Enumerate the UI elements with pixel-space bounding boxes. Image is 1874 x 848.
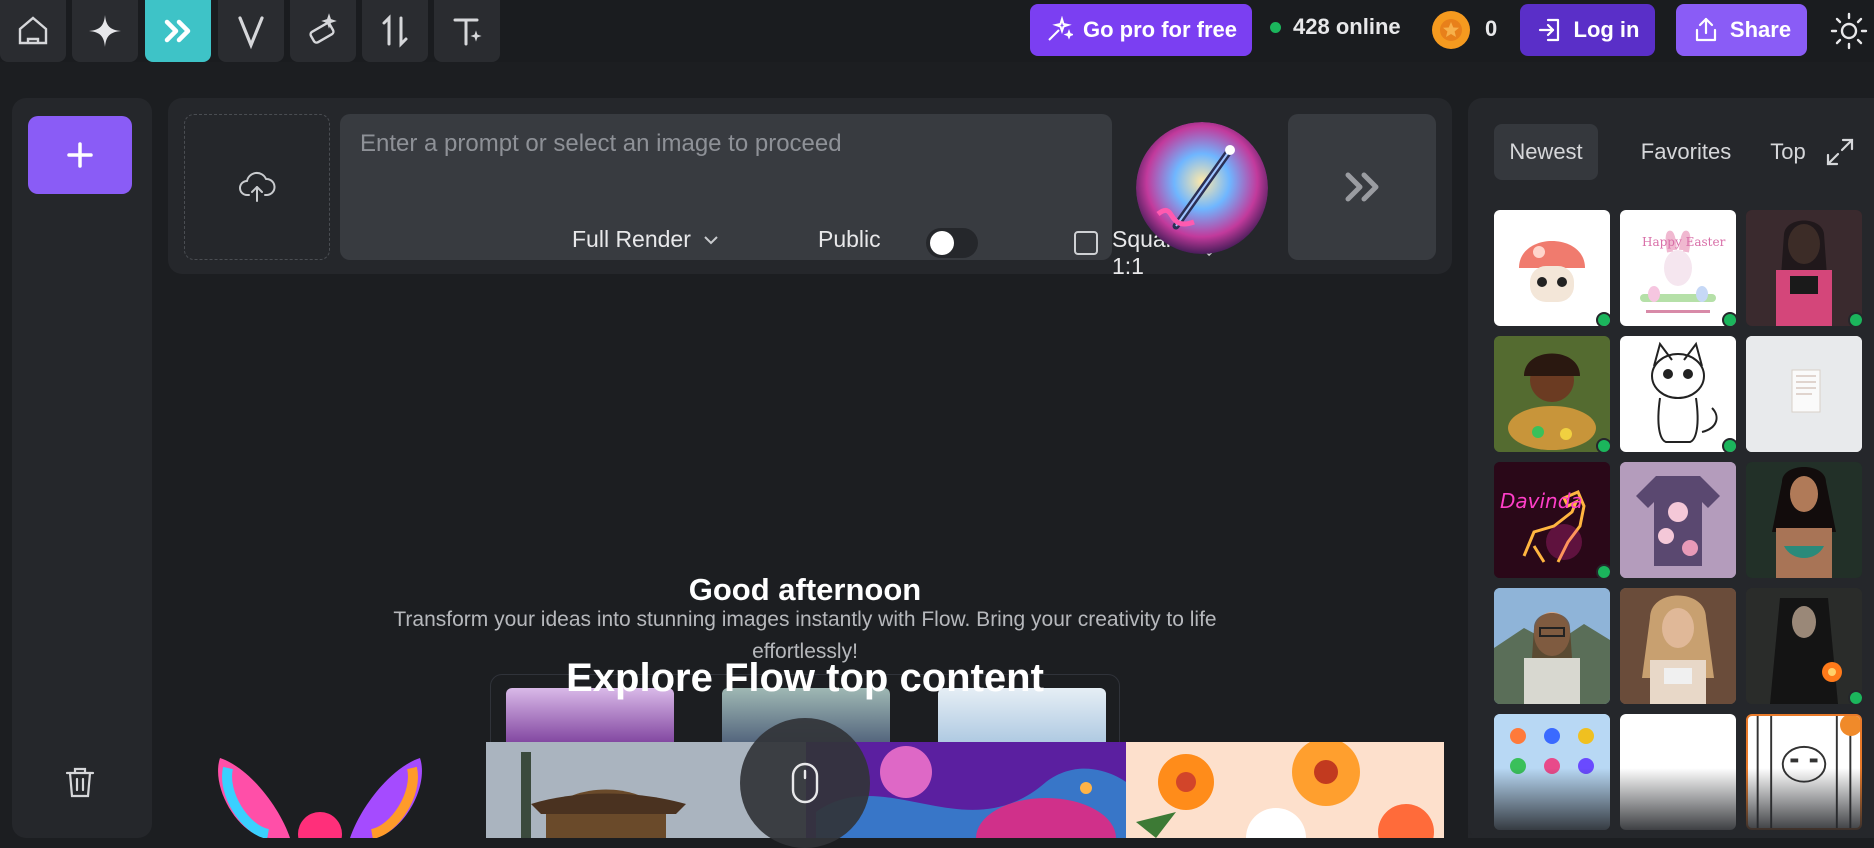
- vector-tool-button[interactable]: [218, 0, 284, 62]
- share-icon: [1695, 17, 1717, 42]
- image-upload-dropzone[interactable]: [184, 114, 330, 260]
- upscale-tool-button[interactable]: [362, 0, 428, 62]
- letter-v-icon: [238, 16, 264, 50]
- sort-arrows-icon: [382, 14, 408, 48]
- gallery-thumb[interactable]: [1620, 588, 1736, 704]
- coin-icon: [1432, 11, 1470, 49]
- mouse-icon: [791, 762, 819, 804]
- expand-icon[interactable]: [1824, 136, 1856, 168]
- chevron-down-icon: [704, 235, 718, 244]
- sparkle-icon: [89, 15, 121, 47]
- status-dot: [1596, 438, 1610, 452]
- render-mode-label: Full Render: [572, 226, 691, 252]
- toggle-knob: [930, 231, 954, 255]
- flow-tool-button[interactable]: [145, 0, 211, 62]
- status-dot: [1848, 690, 1862, 704]
- online-dot-icon: [1270, 21, 1281, 33]
- gallery-thumb[interactable]: Davinda: [1494, 462, 1610, 578]
- sun-icon[interactable]: [1830, 12, 1868, 50]
- double-chevron-right-icon: [1345, 172, 1379, 202]
- text-tool-button[interactable]: [434, 0, 500, 62]
- go-pro-label: Go pro for free: [1082, 17, 1237, 42]
- gallery-thumb[interactable]: [1494, 588, 1610, 704]
- gallery-thumb[interactable]: [1494, 336, 1610, 452]
- tab-top[interactable]: Top: [1758, 124, 1818, 180]
- gallery-thumb[interactable]: [1620, 462, 1736, 578]
- gallery-thumb[interactable]: [1620, 336, 1736, 452]
- plus-icon: [67, 142, 93, 168]
- status-dot: [1596, 564, 1610, 578]
- login-button[interactable]: Log in: [1520, 4, 1655, 56]
- sparkles-icon: [1048, 16, 1073, 41]
- generate-tool-button[interactable]: [72, 0, 138, 62]
- prompt-box: Full Render Public Square 1:1: [340, 114, 1214, 279]
- easter-text: Happy Easter: [1642, 235, 1726, 249]
- top-bar: Go pro for free 428 online 0 Log in Shar…: [0, 0, 1874, 62]
- go-pro-button[interactable]: Go pro for free: [1030, 4, 1252, 56]
- thumb-caption: Davinda: [1500, 489, 1583, 513]
- generate-button[interactable]: [1288, 114, 1436, 260]
- new-project-button[interactable]: [28, 116, 132, 194]
- online-count: 428: [1293, 14, 1330, 39]
- tab-newest[interactable]: Newest: [1494, 124, 1598, 180]
- status-dot: [1722, 438, 1736, 452]
- status-dot: [1848, 312, 1862, 326]
- status-dot: [1596, 312, 1610, 326]
- greeting-title: Good afternoon: [688, 572, 922, 607]
- login-icon: [1538, 18, 1559, 42]
- cloud-upload-icon: [239, 171, 276, 202]
- view-badge-icon: [1840, 716, 1860, 736]
- magic-eraser-icon: [309, 13, 337, 44]
- public-label: Public: [818, 226, 881, 252]
- gallery-thumb[interactable]: [1746, 336, 1862, 452]
- fast-forward-icon: [164, 19, 191, 43]
- eraser-tool-button[interactable]: [290, 0, 356, 62]
- online-label: online: [1335, 14, 1401, 39]
- gallery-thumb[interactable]: [1746, 588, 1862, 704]
- davinda-text: Davinda: [1500, 489, 1583, 513]
- public-toggle[interactable]: [926, 228, 978, 258]
- prompt-composer: Full Render Public Square 1:1: [168, 98, 1452, 279]
- gallery-panel: Newest Favorites Top Happy Easter Davind…: [1468, 98, 1874, 838]
- home-icon: [18, 16, 48, 45]
- share-button[interactable]: Share: [1676, 4, 1807, 56]
- login-label: Log in: [1573, 17, 1640, 42]
- featured-images-strip[interactable]: [486, 742, 1444, 838]
- share-label: Share: [1729, 17, 1792, 42]
- home-button[interactable]: [0, 0, 66, 62]
- gallery-fade: [1468, 768, 1874, 838]
- text-sparkle-icon: [453, 18, 482, 46]
- gallery-thumb[interactable]: Happy Easter: [1620, 210, 1736, 326]
- status-dot: [1722, 312, 1736, 326]
- left-panel: [12, 98, 152, 838]
- bunny-artwork[interactable]: [200, 738, 440, 838]
- trash-icon[interactable]: [62, 764, 98, 800]
- thumb-caption: Happy Easter: [1642, 235, 1726, 249]
- prompt-input[interactable]: [360, 126, 1080, 162]
- coin-balance: 0: [1485, 16, 1498, 41]
- magic-wand-style-image[interactable]: [1136, 122, 1268, 254]
- scroll-hint[interactable]: [740, 718, 870, 848]
- tab-favorites[interactable]: Favorites: [1616, 124, 1756, 180]
- aspect-checkbox[interactable]: [1074, 231, 1098, 255]
- gallery-thumb[interactable]: [1494, 210, 1610, 326]
- render-mode-dropdown[interactable]: Full Render: [572, 226, 721, 253]
- explore-title: Explore Flow top content: [566, 656, 1044, 700]
- gallery-thumb[interactable]: [1746, 462, 1862, 578]
- gallery-thumb[interactable]: [1746, 210, 1862, 326]
- online-indicator: 428 online: [1270, 14, 1401, 40]
